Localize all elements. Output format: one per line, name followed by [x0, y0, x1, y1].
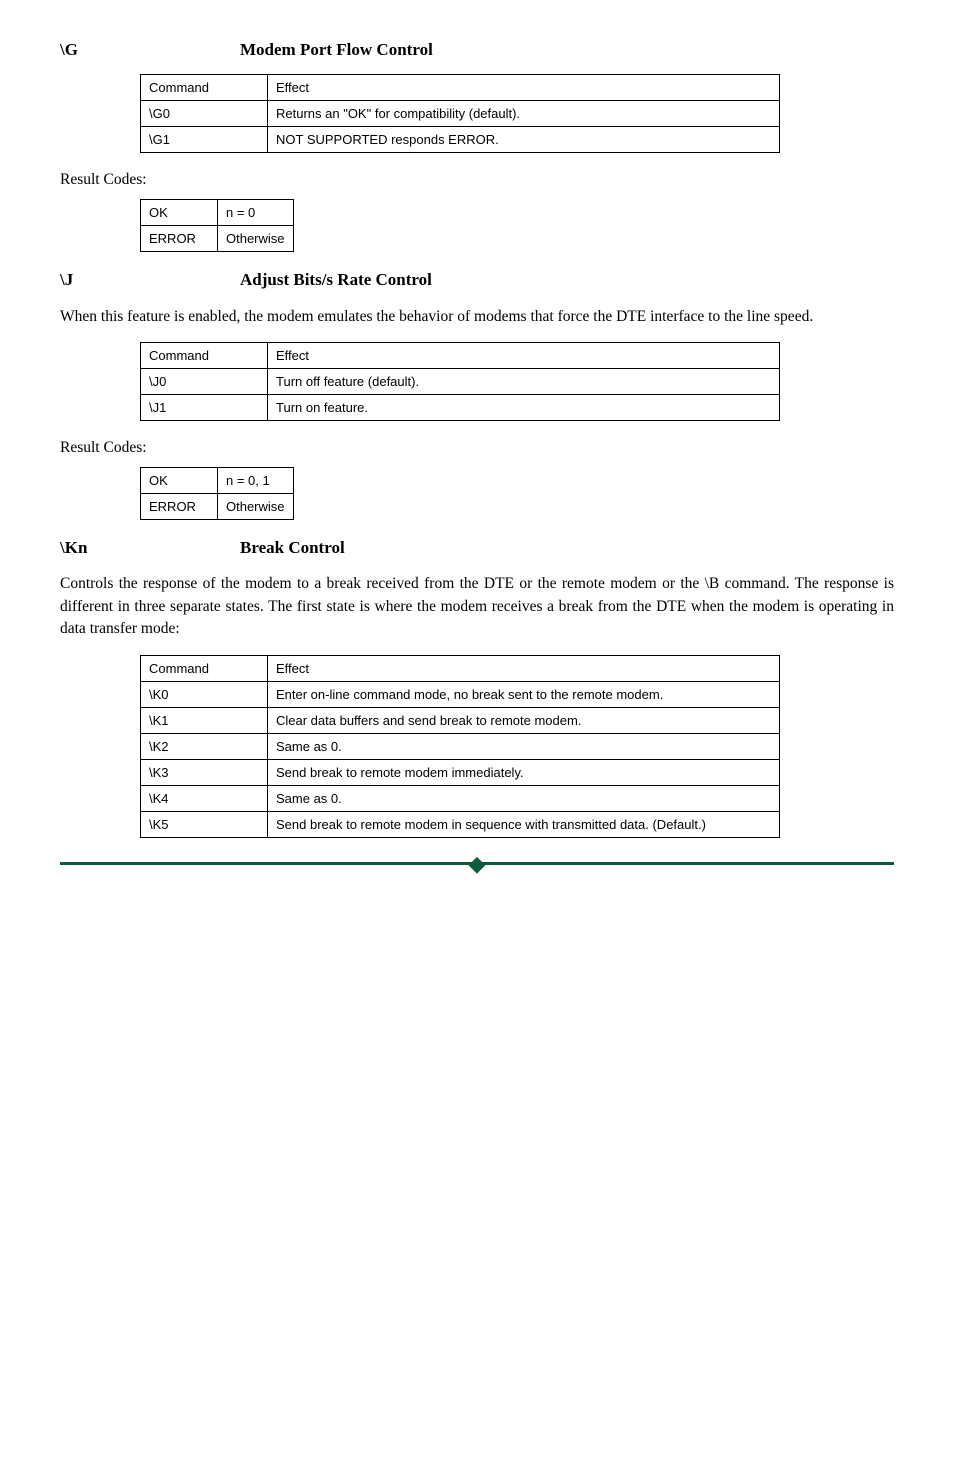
cell-eff: Send break to remote modem immediately. — [268, 759, 780, 785]
header-effect: Effect — [268, 655, 780, 681]
cell-code: OK — [141, 467, 218, 493]
cell-eff: NOT SUPPORTED responds ERROR. — [268, 127, 780, 153]
header-effect: Effect — [268, 342, 780, 368]
table-row: \K1 Clear data buffers and send break to… — [141, 707, 780, 733]
cell-cmd: \K0 — [141, 681, 268, 707]
j-body-text: When this feature is enabled, the modem … — [60, 306, 894, 328]
cell-eff: Clear data buffers and send break to rem… — [268, 707, 780, 733]
j-result-table: OK n = 0, 1 ERROR Otherwise — [140, 467, 294, 520]
cell-cmd: \K5 — [141, 811, 268, 837]
table-row: \G1 NOT SUPPORTED responds ERROR. — [141, 127, 780, 153]
table-row: \K4 Same as 0. — [141, 785, 780, 811]
cell-code: ERROR — [141, 493, 218, 519]
k-body-text: Controls the response of the modem to a … — [60, 573, 894, 640]
result-codes-label: Result Codes: — [60, 439, 894, 457]
command-key: \J — [60, 270, 240, 290]
header-command: Command — [141, 342, 268, 368]
cell-eff: Turn off feature (default). — [268, 368, 780, 394]
command-key: \G — [60, 40, 240, 60]
cell-cmd: \G0 — [141, 101, 268, 127]
table-row: ERROR Otherwise — [141, 493, 294, 519]
command-key: \Kn — [60, 538, 240, 558]
table-row: OK n = 0 — [141, 200, 294, 226]
g-effect-table: Command Effect \G0 Returns an "OK" for c… — [140, 74, 780, 153]
cell-cmd: \J0 — [141, 368, 268, 394]
table-row: OK n = 0, 1 — [141, 467, 294, 493]
g-result-table: OK n = 0 ERROR Otherwise — [140, 199, 294, 252]
cell-eff: Returns an "OK" for compatibility (defau… — [268, 101, 780, 127]
table-row: \K0 Enter on-line command mode, no break… — [141, 681, 780, 707]
cell-eff: Send break to remote modem in sequence w… — [268, 811, 780, 837]
header-effect: Effect — [268, 75, 780, 101]
cell-eff: Same as 0. — [268, 785, 780, 811]
cell-cmd: \K4 — [141, 785, 268, 811]
cell-eff: Same as 0. — [268, 733, 780, 759]
table-row: \J0 Turn off feature (default). — [141, 368, 780, 394]
section-g-header: \G Modem Port Flow Control — [60, 40, 894, 60]
table-row: \K2 Same as 0. — [141, 733, 780, 759]
diamond-icon: ◆ — [60, 853, 894, 875]
cell-cond: n = 0, 1 — [218, 467, 294, 493]
cell-cmd: \J1 — [141, 394, 268, 420]
header-command: Command — [141, 75, 268, 101]
cell-cmd: \G1 — [141, 127, 268, 153]
command-title: Adjust Bits/s Rate Control — [240, 270, 432, 290]
table-header-row: Command Effect — [141, 342, 780, 368]
section-j-header: \J Adjust Bits/s Rate Control — [60, 270, 894, 290]
table-row: \K3 Send break to remote modem immediate… — [141, 759, 780, 785]
cell-cmd: \K3 — [141, 759, 268, 785]
command-title: Modem Port Flow Control — [240, 40, 433, 60]
table-row: ERROR Otherwise — [141, 226, 294, 252]
cell-cond: Otherwise — [218, 226, 294, 252]
cell-code: ERROR — [141, 226, 218, 252]
cell-code: OK — [141, 200, 218, 226]
table-row: \K5 Send break to remote modem in sequen… — [141, 811, 780, 837]
cell-eff: Enter on-line command mode, no break sen… — [268, 681, 780, 707]
k-effect-table: Command Effect \K0 Enter on-line command… — [140, 655, 780, 838]
command-title: Break Control — [240, 538, 345, 558]
table-row: \G0 Returns an "OK" for compatibility (d… — [141, 101, 780, 127]
page-footer: ◆ — [60, 862, 894, 875]
cell-eff: Turn on feature. — [268, 394, 780, 420]
section-k-header: \Kn Break Control — [60, 538, 894, 558]
cell-cmd: \K2 — [141, 733, 268, 759]
j-effect-table: Command Effect \J0 Turn off feature (def… — [140, 342, 780, 421]
header-command: Command — [141, 655, 268, 681]
table-row: \J1 Turn on feature. — [141, 394, 780, 420]
cell-cond: Otherwise — [218, 493, 294, 519]
cell-cond: n = 0 — [218, 200, 294, 226]
cell-cmd: \K1 — [141, 707, 268, 733]
table-header-row: Command Effect — [141, 75, 780, 101]
result-codes-label: Result Codes: — [60, 171, 894, 189]
table-header-row: Command Effect — [141, 655, 780, 681]
